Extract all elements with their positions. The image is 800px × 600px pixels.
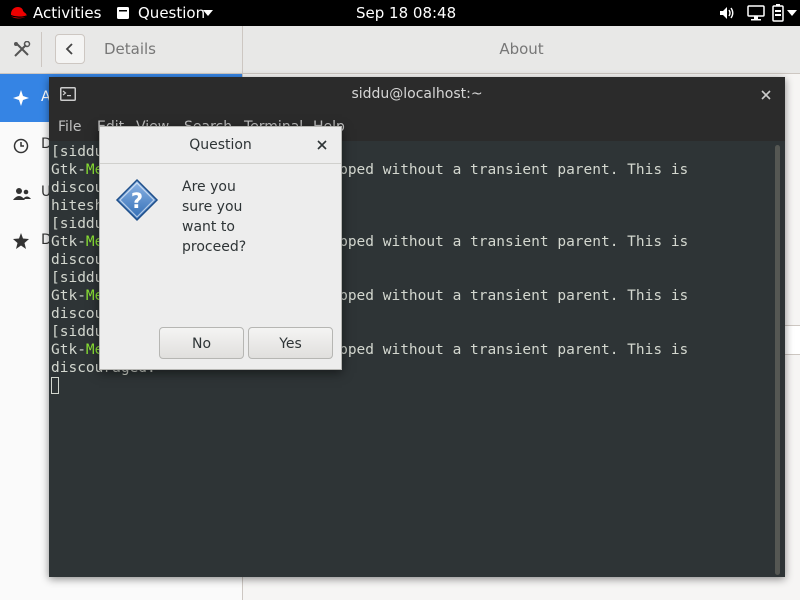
settings-header-left: Details — [0, 26, 243, 74]
terminal-line: hitesh — [51, 198, 104, 214]
system-menu-chevron-icon[interactable] — [787, 10, 797, 16]
chevron-down-icon — [203, 10, 213, 16]
chevron-left-icon — [65, 43, 73, 55]
scrollbar[interactable] — [775, 145, 780, 575]
volume-icon[interactable] — [719, 6, 735, 20]
clock[interactable]: Sep 18 08:48 — [356, 0, 456, 26]
star-icon — [13, 233, 29, 249]
terminal-line: discou — [51, 306, 104, 322]
battery-icon[interactable] — [772, 4, 784, 22]
terminal-titlebar[interactable]: siddu@localhost:~ — [49, 77, 785, 113]
question-dialog: Question ? Are you sure you want to proc… — [99, 126, 342, 370]
header-separator — [41, 32, 42, 67]
app-menu-button[interactable]: Question — [138, 0, 205, 26]
close-icon[interactable] — [761, 90, 771, 100]
dialog-title: Question — [189, 137, 252, 153]
text-cursor — [51, 377, 59, 394]
terminal-line: discou — [51, 252, 104, 268]
users-icon — [13, 188, 31, 200]
header-left-title: Details — [104, 40, 157, 58]
star-icon — [13, 90, 29, 106]
settings-list-edge — [783, 325, 800, 355]
settings-header-right: About — [243, 26, 800, 74]
terminal-title: siddu@localhost:~ — [351, 86, 483, 102]
activities-button[interactable]: Activities — [33, 0, 101, 26]
question-icon: ? — [115, 178, 159, 222]
top-bar: Activities Question Sep 18 08:48 — [0, 0, 800, 26]
network-icon[interactable] — [747, 5, 765, 21]
redhat-logo-icon[interactable] — [8, 5, 28, 21]
no-button[interactable]: No — [159, 327, 244, 359]
clock-icon — [13, 138, 29, 154]
tools-icon[interactable] — [12, 40, 32, 63]
header-right-title: About — [499, 40, 544, 58]
dialog-message: Are you sure you want to proceed? — [182, 179, 247, 255]
dialog-titlebar[interactable]: Question — [100, 127, 341, 164]
app-menu-icon — [116, 6, 130, 20]
close-icon[interactable] — [317, 140, 327, 150]
svg-text:?: ? — [131, 189, 143, 213]
back-button[interactable] — [55, 34, 85, 64]
menu-file[interactable]: File — [58, 119, 81, 135]
terminal-line: discou — [51, 180, 104, 196]
yes-button[interactable]: Yes — [248, 327, 333, 359]
